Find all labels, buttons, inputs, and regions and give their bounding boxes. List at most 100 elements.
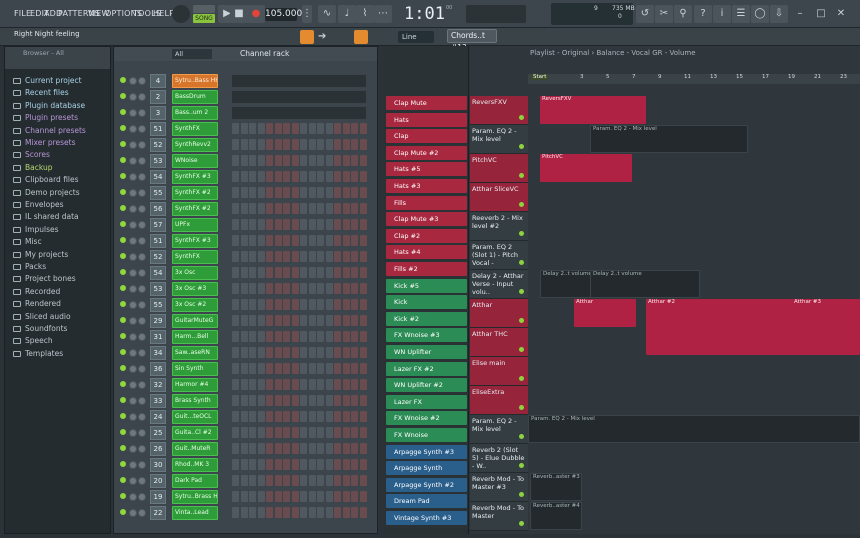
step-button[interactable] bbox=[257, 219, 265, 230]
channel-name-button[interactable]: SynthFX #3 bbox=[172, 170, 218, 184]
step-button[interactable] bbox=[359, 507, 367, 518]
pattern-clip-source[interactable]: Kick #5 bbox=[386, 278, 467, 293]
step-button[interactable] bbox=[232, 155, 239, 166]
channel-name-button[interactable]: Vinta..Lead bbox=[172, 506, 218, 520]
mixer-track-number[interactable]: 2 bbox=[150, 90, 166, 104]
channel-row[interactable]: 32 Harmor #4 bbox=[114, 377, 377, 393]
step-button[interactable] bbox=[257, 235, 265, 246]
step-button[interactable] bbox=[334, 427, 341, 438]
step-button[interactable] bbox=[257, 331, 265, 342]
step-button[interactable] bbox=[232, 379, 239, 390]
step-button[interactable] bbox=[291, 347, 299, 358]
step-button[interactable] bbox=[317, 267, 324, 278]
step-button[interactable] bbox=[317, 427, 324, 438]
step-button[interactable] bbox=[257, 507, 265, 518]
step-sequencer[interactable] bbox=[232, 395, 368, 407]
channel-name-button[interactable]: Guit...teOCL bbox=[172, 410, 218, 424]
step-button[interactable] bbox=[359, 475, 367, 486]
playlist-clip[interactable]: Delay 2..t volume bbox=[540, 270, 592, 298]
channel-mute-led[interactable] bbox=[120, 301, 126, 307]
step-button[interactable] bbox=[240, 475, 248, 486]
pattern-clip-source[interactable]: Clap #2 bbox=[386, 228, 467, 243]
step-button[interactable] bbox=[308, 427, 316, 438]
step-button[interactable] bbox=[317, 235, 324, 246]
step-button[interactable] bbox=[257, 475, 265, 486]
step-button[interactable] bbox=[232, 235, 239, 246]
step-button[interactable] bbox=[325, 139, 333, 150]
step-button[interactable] bbox=[291, 139, 299, 150]
download-icon[interactable]: ⇩ bbox=[770, 5, 788, 23]
step-button[interactable] bbox=[351, 459, 358, 470]
step-button[interactable] bbox=[240, 283, 248, 294]
step-button[interactable] bbox=[266, 219, 273, 230]
step-button[interactable] bbox=[283, 267, 290, 278]
browser-item[interactable]: Scores bbox=[5, 149, 110, 161]
step-button[interactable] bbox=[274, 411, 282, 422]
step-button[interactable] bbox=[232, 347, 239, 358]
step-button[interactable] bbox=[283, 347, 290, 358]
step-button[interactable] bbox=[240, 347, 248, 358]
mixer-track-number[interactable]: 54 bbox=[150, 170, 166, 184]
step-button[interactable] bbox=[291, 155, 299, 166]
step-button[interactable] bbox=[325, 507, 333, 518]
step-button[interactable] bbox=[291, 219, 299, 230]
tempo-display[interactable]: 105.000 bbox=[265, 8, 302, 21]
mixer-track-number[interactable]: 19 bbox=[150, 490, 166, 504]
step-button[interactable] bbox=[351, 315, 358, 326]
channel-volume-knob[interactable] bbox=[138, 365, 146, 373]
step-button[interactable] bbox=[317, 123, 324, 134]
step-button[interactable] bbox=[300, 251, 307, 262]
browser-item[interactable]: Plugin presets bbox=[5, 112, 110, 124]
step-button[interactable] bbox=[274, 235, 282, 246]
channel-mute-led[interactable] bbox=[120, 397, 126, 403]
step-sequencer[interactable] bbox=[232, 427, 368, 439]
step-button[interactable] bbox=[334, 363, 341, 374]
step-button[interactable] bbox=[334, 331, 341, 342]
pattern-clip-source[interactable]: Clap bbox=[386, 129, 467, 144]
step-button[interactable] bbox=[266, 235, 273, 246]
step-button[interactable] bbox=[342, 347, 350, 358]
step-sequencer[interactable] bbox=[232, 139, 368, 151]
playlist-clip[interactable]: ReversFXV bbox=[540, 96, 646, 124]
step-button[interactable] bbox=[232, 139, 239, 150]
browser-item[interactable]: Rendered bbox=[5, 298, 110, 310]
track-header[interactable]: Param. EQ 2 - Mix level bbox=[470, 415, 528, 444]
mixer-track-number[interactable]: 34 bbox=[150, 346, 166, 360]
track-enable-icon[interactable] bbox=[519, 202, 524, 207]
step-button[interactable] bbox=[274, 283, 282, 294]
step-button[interactable] bbox=[308, 203, 316, 214]
step-button[interactable] bbox=[266, 155, 273, 166]
track-header[interactable]: PitchVC bbox=[470, 154, 528, 183]
step-button[interactable] bbox=[351, 395, 358, 406]
step-button[interactable] bbox=[325, 491, 333, 502]
step-button[interactable] bbox=[232, 427, 239, 438]
channel-mute-led[interactable] bbox=[120, 493, 126, 499]
browser-item[interactable]: Templates bbox=[5, 348, 110, 360]
channel-volume-knob[interactable] bbox=[138, 317, 146, 325]
mixer-track-number[interactable]: 52 bbox=[150, 250, 166, 264]
channel-name-button[interactable]: 3x Osc #3 bbox=[172, 282, 218, 296]
track-header[interactable]: Param. EQ 2 (Slot 1) - Pitch Vocal - bbox=[470, 241, 528, 270]
step-button[interactable] bbox=[317, 507, 324, 518]
step-button[interactable] bbox=[359, 155, 367, 166]
step-button[interactable] bbox=[291, 411, 299, 422]
step-sequencer[interactable] bbox=[232, 507, 368, 519]
step-button[interactable] bbox=[317, 491, 324, 502]
pattern-mode-toggle[interactable] bbox=[193, 5, 215, 13]
step-button[interactable] bbox=[291, 123, 299, 134]
step-button[interactable] bbox=[325, 475, 333, 486]
step-button[interactable] bbox=[359, 395, 367, 406]
step-button[interactable] bbox=[351, 235, 358, 246]
channel-row[interactable]: 55 3x Osc #2 bbox=[114, 297, 377, 313]
step-button[interactable] bbox=[240, 123, 248, 134]
step-button[interactable] bbox=[334, 219, 341, 230]
step-button[interactable] bbox=[283, 315, 290, 326]
channel-name-button[interactable]: UPFx bbox=[172, 218, 218, 232]
mixer-track-number[interactable]: 25 bbox=[150, 426, 166, 440]
track-header[interactable]: Param. EQ 2 - Mix level bbox=[470, 125, 528, 154]
channel-pan-knob[interactable] bbox=[129, 253, 137, 261]
step-button[interactable] bbox=[317, 379, 324, 390]
channel-row[interactable]: 56 SynthFX #2 bbox=[114, 201, 377, 217]
step-button[interactable] bbox=[342, 331, 350, 342]
pattern-clip-source[interactable]: Arpagge Synth #3 bbox=[386, 444, 467, 459]
